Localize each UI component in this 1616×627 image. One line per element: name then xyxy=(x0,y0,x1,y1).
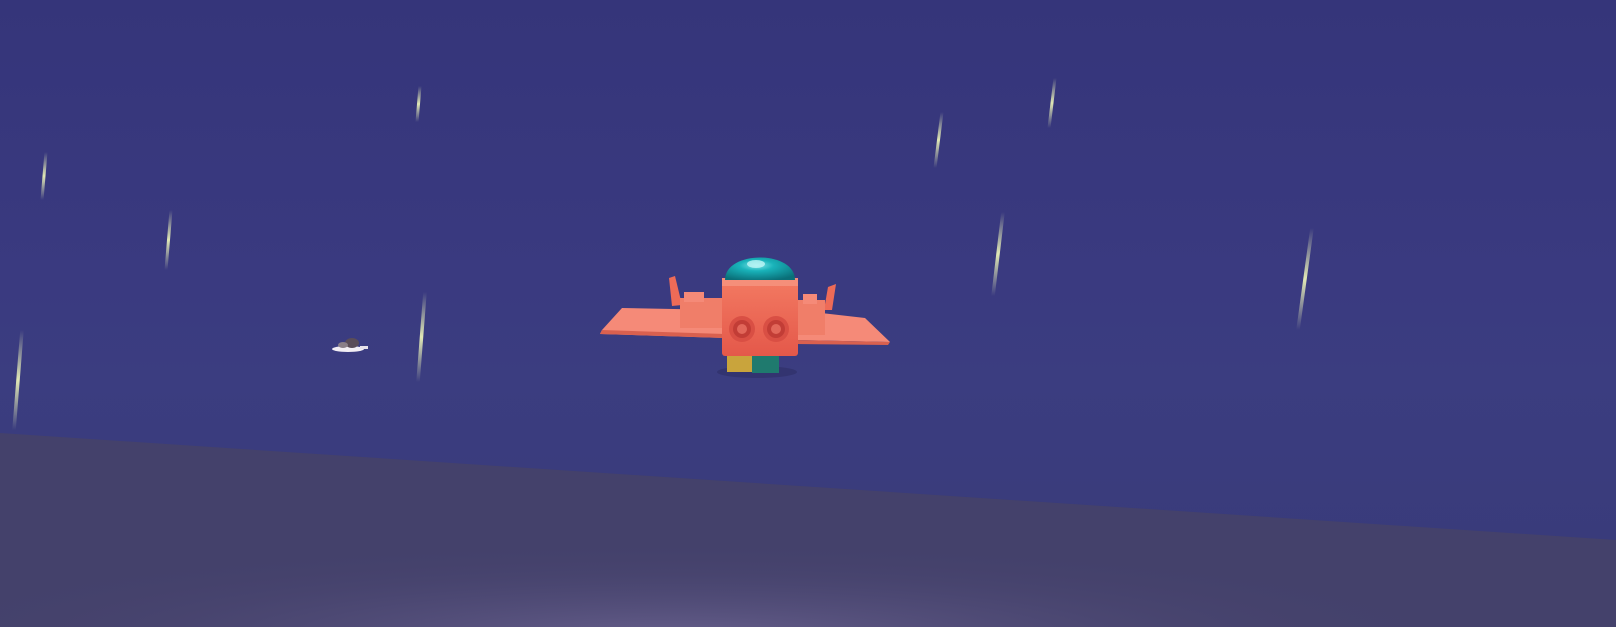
exhaust-left xyxy=(729,316,755,342)
rain-streak xyxy=(164,208,173,272)
player-airplane-icon[interactable] xyxy=(600,257,890,379)
fuselage xyxy=(722,278,798,356)
distant-plane-icon xyxy=(332,338,368,352)
exhaust-right xyxy=(763,316,789,342)
right-tail-fin xyxy=(824,284,836,310)
rain-streaks xyxy=(12,76,1314,432)
rain-streak xyxy=(40,150,48,202)
game-scene-svg xyxy=(0,76,1616,627)
game-viewport[interactable] xyxy=(0,0,1616,627)
rain-streak xyxy=(991,210,1005,298)
rain-streak xyxy=(415,84,422,124)
rain-streak xyxy=(1296,226,1314,332)
rain-streak xyxy=(12,328,24,432)
rain-streak xyxy=(416,290,427,384)
ground xyxy=(0,433,1616,627)
rain-streak xyxy=(933,110,944,170)
rain-streak xyxy=(1047,76,1057,130)
